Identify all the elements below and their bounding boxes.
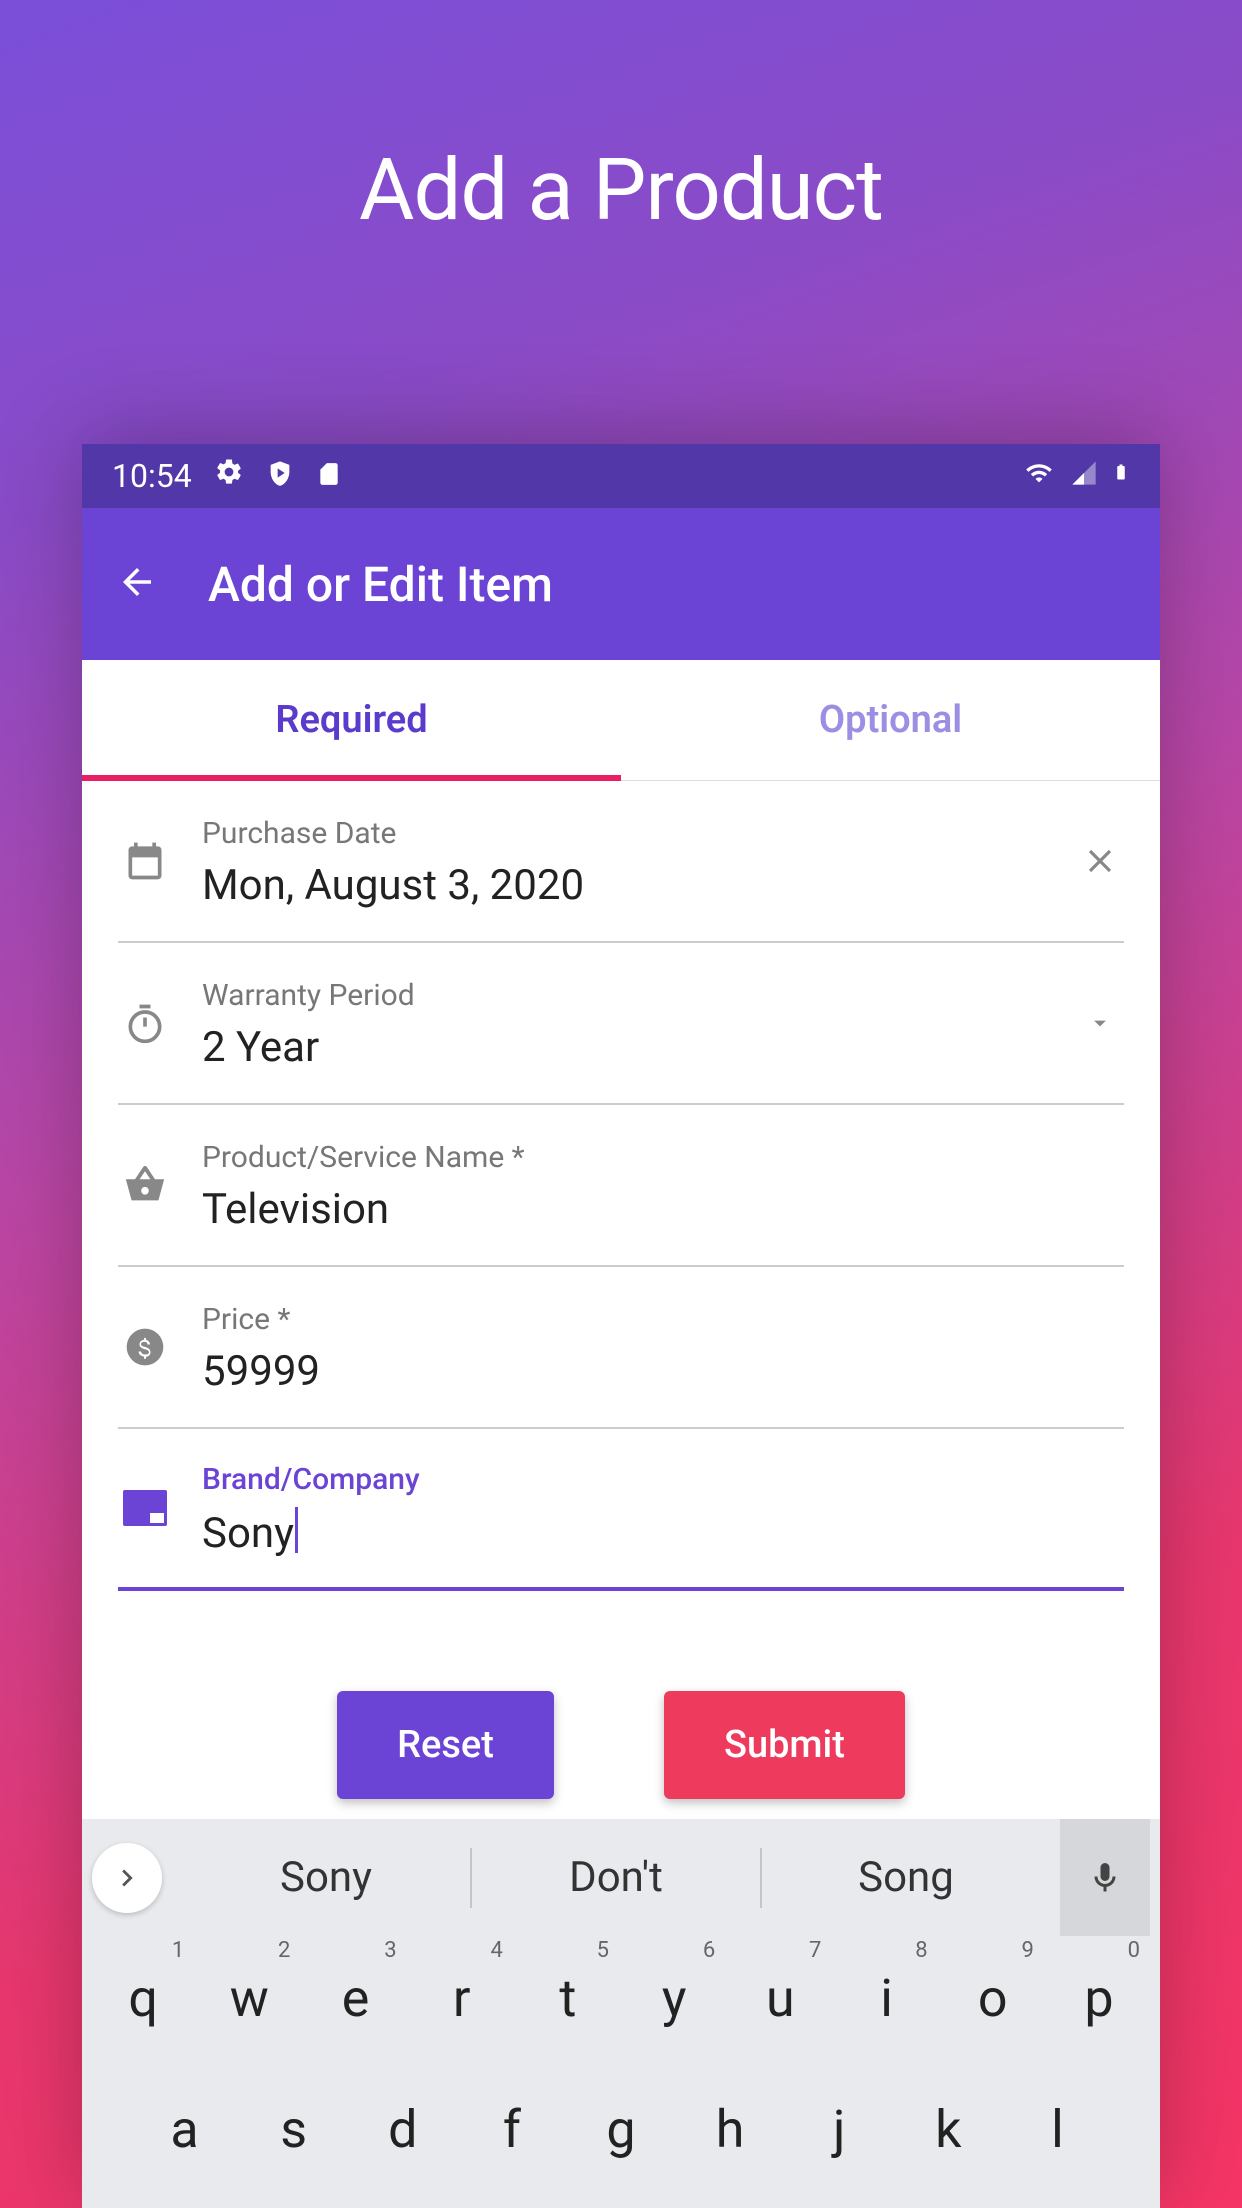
key-u[interactable]: u7 [727, 1946, 833, 2051]
field-label: Purchase Date [202, 816, 1046, 851]
wifi-icon [1022, 457, 1056, 495]
app-bar: Add or Edit Item [82, 508, 1160, 660]
key-s[interactable]: s [239, 2077, 348, 2182]
field-brand[interactable]: Brand/Company Sony [118, 1429, 1124, 1591]
clear-icon[interactable] [1076, 837, 1124, 885]
submit-button[interactable]: Submit [664, 1691, 905, 1799]
field-warranty-period[interactable]: Warranty Period 2 Year [118, 943, 1124, 1105]
reset-button[interactable]: Reset [337, 1691, 554, 1799]
field-value: Television [202, 1185, 1124, 1234]
timer-icon [118, 996, 172, 1050]
key-h[interactable]: h [676, 2077, 785, 2182]
tab-optional[interactable]: Optional [621, 660, 1160, 780]
key-g[interactable]: g [566, 2077, 675, 2182]
dropdown-icon[interactable] [1076, 999, 1124, 1047]
battery-icon [1112, 457, 1130, 495]
basket-icon [118, 1158, 172, 1212]
field-purchase-date[interactable]: Purchase Date Mon, August 3, 2020 [118, 781, 1124, 943]
field-value: 2 Year [202, 1023, 1046, 1072]
key-q[interactable]: q1 [90, 1946, 196, 2051]
hero-title: Add a Product [0, 0, 1242, 240]
expand-chevron-icon[interactable] [92, 1843, 162, 1913]
key-l[interactable]: l [1003, 2077, 1112, 2182]
field-product-name[interactable]: Product/Service Name * Television [118, 1105, 1124, 1267]
key-p[interactable]: p0 [1046, 1946, 1152, 2051]
app-bar-title: Add or Edit Item [208, 556, 553, 613]
key-o[interactable]: o9 [940, 1946, 1046, 2051]
back-arrow-icon[interactable] [116, 561, 158, 607]
key-w[interactable]: w2 [196, 1946, 302, 2051]
key-j[interactable]: j [785, 2077, 894, 2182]
calendar-icon [118, 834, 172, 888]
key-k[interactable]: k [894, 2077, 1003, 2182]
field-label: Price * [202, 1302, 1124, 1337]
suggestion-2[interactable]: Don't [472, 1833, 760, 1922]
suggestion-row: Sony Don't Song [82, 1819, 1160, 1936]
sd-card-icon [316, 457, 342, 495]
form: Purchase Date Mon, August 3, 2020 Warran… [82, 781, 1160, 1819]
folder-icon [118, 1481, 172, 1535]
field-value: Mon, August 3, 2020 [202, 861, 1046, 910]
status-time: 10:54 [112, 457, 192, 495]
keyboard-row-1: q1 w2 e3 r4 t5 y6 u7 i8 o9 p0 [90, 1946, 1152, 2051]
dollar-icon [118, 1320, 172, 1374]
key-f[interactable]: f [457, 2077, 566, 2182]
key-d[interactable]: d [348, 2077, 457, 2182]
key-e[interactable]: e3 [302, 1946, 408, 2051]
tab-required[interactable]: Required [82, 660, 621, 780]
key-r[interactable]: r4 [409, 1946, 515, 2051]
field-value: 59999 [202, 1347, 1124, 1396]
shield-play-icon [266, 457, 294, 495]
tabs: Required Optional [82, 660, 1160, 781]
field-label: Brand/Company [202, 1462, 1124, 1497]
suggestion-1[interactable]: Sony [182, 1833, 470, 1922]
key-y[interactable]: y6 [621, 1946, 727, 2051]
microphone-icon[interactable] [1060, 1819, 1150, 1936]
field-price[interactable]: Price * 59999 [118, 1267, 1124, 1429]
field-label: Warranty Period [202, 978, 1046, 1013]
suggestion-3[interactable]: Song [762, 1833, 1050, 1922]
keyboard: Sony Don't Song q1 w2 e3 r4 t5 y6 u7 i8 … [82, 1819, 1160, 2208]
phone-frame: 10:54 Add or Edit I [82, 444, 1160, 2208]
field-label: Product/Service Name * [202, 1140, 1124, 1175]
keyboard-row-2: a s d f g h j k l [90, 2077, 1152, 2182]
signal-icon [1070, 457, 1098, 495]
field-value: Sony [202, 1507, 1124, 1558]
key-t[interactable]: t5 [515, 1946, 621, 2051]
gear-icon [214, 457, 244, 495]
key-a[interactable]: a [130, 2077, 239, 2182]
text-cursor [295, 1507, 298, 1553]
status-bar: 10:54 [82, 444, 1160, 508]
key-i[interactable]: i8 [833, 1946, 939, 2051]
